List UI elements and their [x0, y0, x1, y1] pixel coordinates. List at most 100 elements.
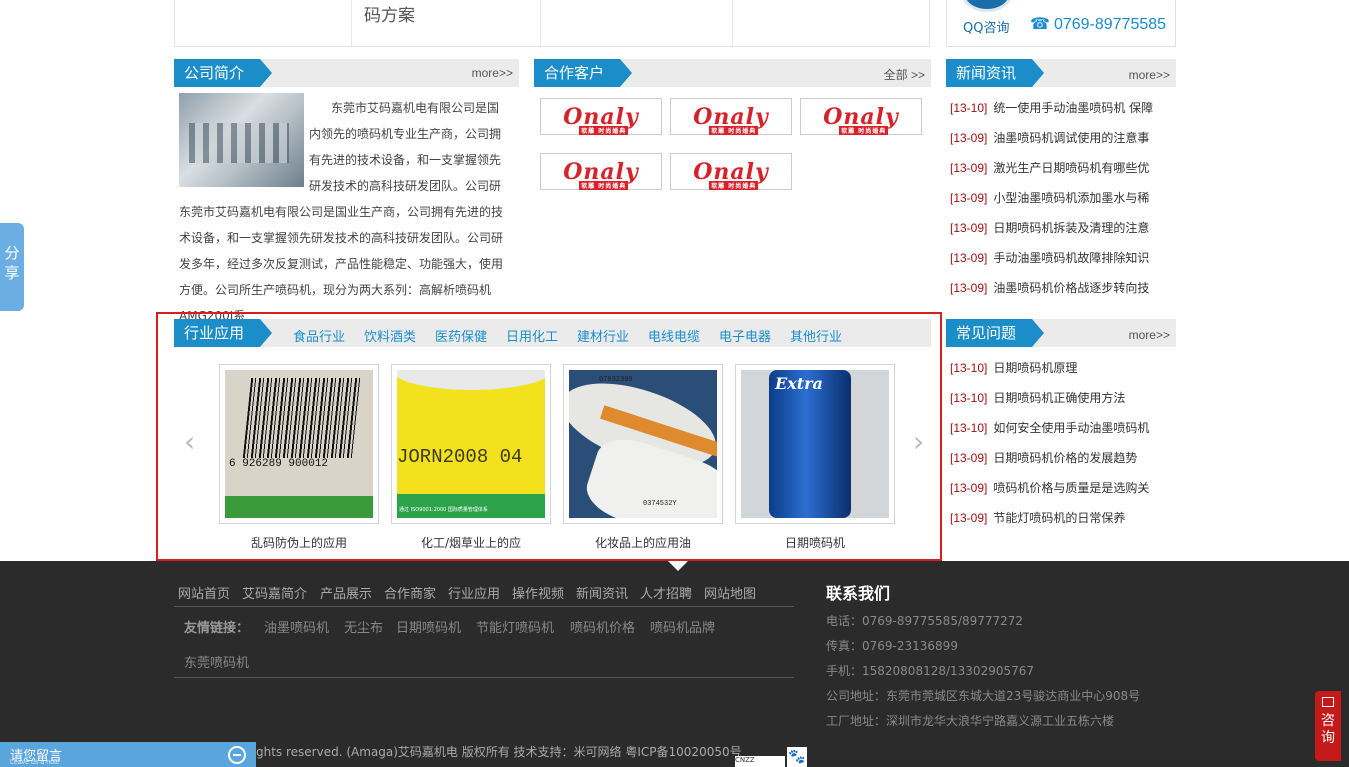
- friend-link[interactable]: 东莞喷码机: [184, 652, 249, 671]
- news-item[interactable]: [13-09] 喷码机价格与质量是是选购关: [950, 479, 1168, 496]
- friend-link[interactable]: 无尘布: [344, 617, 383, 636]
- product-thumb-can[interactable]: Extra: [735, 364, 895, 524]
- footer-nav-link[interactable]: 合作商家: [384, 583, 436, 602]
- footer-nav-link[interactable]: 新闻资讯: [576, 583, 628, 602]
- green-stripe: [225, 496, 373, 518]
- minimize-icon[interactable]: [228, 746, 246, 764]
- partners-all-link[interactable]: 全部 >>: [884, 66, 925, 83]
- news-item[interactable]: [13-09] 日期喷码机价格的发展趋势: [950, 449, 1168, 466]
- news-item[interactable]: [13-09] 油墨喷码机调试使用的注意事: [950, 129, 1168, 146]
- news-title[interactable]: 节能灯喷码机的日常保养: [993, 511, 1125, 525]
- industry-title: 行业应用: [174, 319, 272, 347]
- footer-nav-link[interactable]: 行业应用: [448, 583, 500, 602]
- product-caption[interactable]: 乱码防伪上的应用: [219, 534, 379, 551]
- industry-category-tab[interactable]: 医药保健: [435, 326, 487, 345]
- partner-logo[interactable]: Onaly 软雕 时尚婚典: [670, 153, 792, 190]
- news-date: [13-09]: [950, 251, 988, 265]
- partner-logo-text: Onaly 软雕 时尚婚典: [693, 103, 769, 135]
- news-date: [13-10]: [950, 421, 988, 435]
- news-item[interactable]: [13-09] 小型油墨喷码机添加墨水与稀: [950, 189, 1168, 206]
- certificate-text: 通过 ISO9001:2000 国际质量管理体系: [399, 507, 488, 513]
- leave-message-bar[interactable]: 请您留言 Leave us a note: [0, 742, 256, 767]
- footer-nav-link[interactable]: 产品展示: [320, 583, 372, 602]
- industry-category-tab[interactable]: 食品行业: [293, 326, 345, 345]
- news-item[interactable]: [13-10] 日期喷码机原理: [950, 359, 1168, 376]
- footer-nav-link[interactable]: 网站首页: [178, 583, 230, 602]
- copyright: ghts reserved. (Amaga)艾码嘉机电 版权所有 技术支持：米可…: [256, 745, 742, 759]
- news-item[interactable]: [13-10] 日期喷码机正确使用方法: [950, 389, 1168, 406]
- carousel-next-icon[interactable]: ›: [913, 425, 924, 458]
- solution-text[interactable]: 码方案: [364, 1, 415, 26]
- partner-logo-text: Onaly 软雕 时尚婚典: [563, 158, 639, 190]
- industry-category-tab[interactable]: 日用化工: [506, 326, 558, 345]
- friend-link[interactable]: 喷码机品牌: [650, 617, 715, 636]
- baidu-paw-icon[interactable]: 🐾: [787, 747, 807, 767]
- product-caption[interactable]: 化妆品上的应用油: [563, 534, 723, 551]
- faq-more-link[interactable]: more>>: [1129, 328, 1170, 342]
- partner-logo[interactable]: Onaly 软雕 时尚婚典: [540, 98, 662, 135]
- news-title[interactable]: 统一使用手动油墨喷码机 保障: [993, 101, 1153, 115]
- product-thumb-barcode[interactable]: 6 926289 900012: [219, 364, 379, 524]
- partners-title: 合作客户: [534, 59, 632, 87]
- news-item[interactable]: [13-09] 日期喷码机拆装及清理的注意: [950, 219, 1168, 236]
- can-brand: Extra: [775, 374, 823, 393]
- carousel-prev-icon[interactable]: ‹: [184, 425, 195, 458]
- news-header: 新闻资讯 more>>: [946, 59, 1176, 87]
- news-item[interactable]: [13-09] 节能灯喷码机的日常保养: [950, 509, 1168, 526]
- news-title[interactable]: 激光生产日期喷码机有哪些优: [993, 161, 1149, 175]
- news-title[interactable]: 日期喷码机价格的发展趋势: [993, 451, 1137, 465]
- partners-header: 合作客户 全部 >>: [534, 59, 931, 87]
- news-title[interactable]: 手动油墨喷码机故障排除知识: [993, 251, 1149, 265]
- news-item[interactable]: [13-09] 激光生产日期喷码机有哪些优: [950, 159, 1168, 176]
- news-item[interactable]: [13-10] 如何安全使用手动油墨喷码机: [950, 419, 1168, 436]
- product-caption[interactable]: 日期喷码机: [735, 534, 895, 551]
- company-more-link[interactable]: more>>: [472, 66, 513, 80]
- news-title[interactable]: 日期喷码机原理: [993, 361, 1077, 375]
- product-thumb-cosmetic[interactable]: 07932309 0374532Y: [563, 364, 723, 524]
- news-title[interactable]: 油墨喷码机价格战逐步转向技: [993, 281, 1149, 295]
- barcode-number: 6 926289 900012: [229, 458, 329, 470]
- barcode-bars: [242, 378, 362, 458]
- print-code-bottom: 0374532Y: [643, 500, 677, 508]
- industry-category-tab[interactable]: 饮料酒类: [364, 326, 416, 345]
- news-item[interactable]: [13-09] 手动油墨喷码机故障排除知识: [950, 249, 1168, 266]
- news-more-link[interactable]: more>>: [1129, 68, 1170, 82]
- partner-logo-text: Onaly 软雕 时尚婚典: [563, 103, 639, 135]
- cnzz-badge[interactable]: CNZZ: [735, 756, 785, 767]
- partner-logo[interactable]: Onaly 软雕 时尚婚典: [670, 98, 792, 135]
- partner-logo[interactable]: Onaly 软雕 时尚婚典: [540, 153, 662, 190]
- news-title[interactable]: 小型油墨喷码机添加墨水与稀: [993, 191, 1149, 205]
- qq-consult-link[interactable]: QQ咨询: [963, 17, 1009, 36]
- news-title[interactable]: 喷码机价格与质量是是选购关: [993, 481, 1149, 495]
- friend-link[interactable]: 日期喷码机: [396, 617, 461, 636]
- industry-category-tab[interactable]: 其他行业: [790, 326, 842, 345]
- news-item[interactable]: [13-09] 油墨喷码机价格战逐步转向技: [950, 279, 1168, 296]
- footer-nav-link[interactable]: 操作视频: [512, 583, 564, 602]
- friend-link[interactable]: 节能灯喷码机: [476, 617, 554, 636]
- company-header: 公司简介 more>>: [174, 59, 519, 87]
- footer-nav-link[interactable]: 网站地图: [704, 583, 756, 602]
- friend-link[interactable]: 喷码机价格: [570, 617, 635, 636]
- product-thumb-chemical[interactable]: JORN2008 04 通过 ISO9001:2000 国际质量管理体系: [391, 364, 551, 524]
- share-tab[interactable]: 分享: [0, 223, 24, 311]
- friend-link[interactable]: 油墨喷码机: [264, 617, 329, 636]
- company-title: 公司简介: [174, 59, 272, 87]
- footer-nav-link[interactable]: 艾码嘉简介: [242, 583, 307, 602]
- news-item[interactable]: [13-10] 统一使用手动油墨喷码机 保障: [950, 99, 1168, 116]
- industry-category-tab[interactable]: 电线电缆: [648, 326, 700, 345]
- industry-category-tab[interactable]: 建材行业: [577, 326, 629, 345]
- contact-row: 工厂地址：深圳市龙华大浪华宁路嘉义源工业五栋六楼: [826, 714, 1115, 728]
- news-title[interactable]: 油墨喷码机调试使用的注意事: [993, 131, 1149, 145]
- consult-button[interactable]: 咨询: [1315, 691, 1341, 761]
- contact-row: 手机：15820808128/13302905767: [826, 664, 1035, 678]
- faq-header: 常见问题 more>>: [946, 319, 1176, 347]
- news-title[interactable]: 日期喷码机拆装及清理的注意: [993, 221, 1149, 235]
- industry-category-tab[interactable]: 电子电器: [719, 326, 771, 345]
- news-title[interactable]: 如何安全使用手动油墨喷码机: [993, 421, 1149, 435]
- top-solutions-box: [174, 0, 930, 47]
- news-date: [13-09]: [950, 281, 988, 295]
- news-title[interactable]: 日期喷码机正确使用方法: [993, 391, 1125, 405]
- partner-logo[interactable]: Onaly 软雕 时尚婚典: [800, 98, 922, 135]
- product-caption[interactable]: 化工/烟草业上的应: [391, 534, 551, 551]
- footer-nav-link[interactable]: 人才招聘: [640, 583, 692, 602]
